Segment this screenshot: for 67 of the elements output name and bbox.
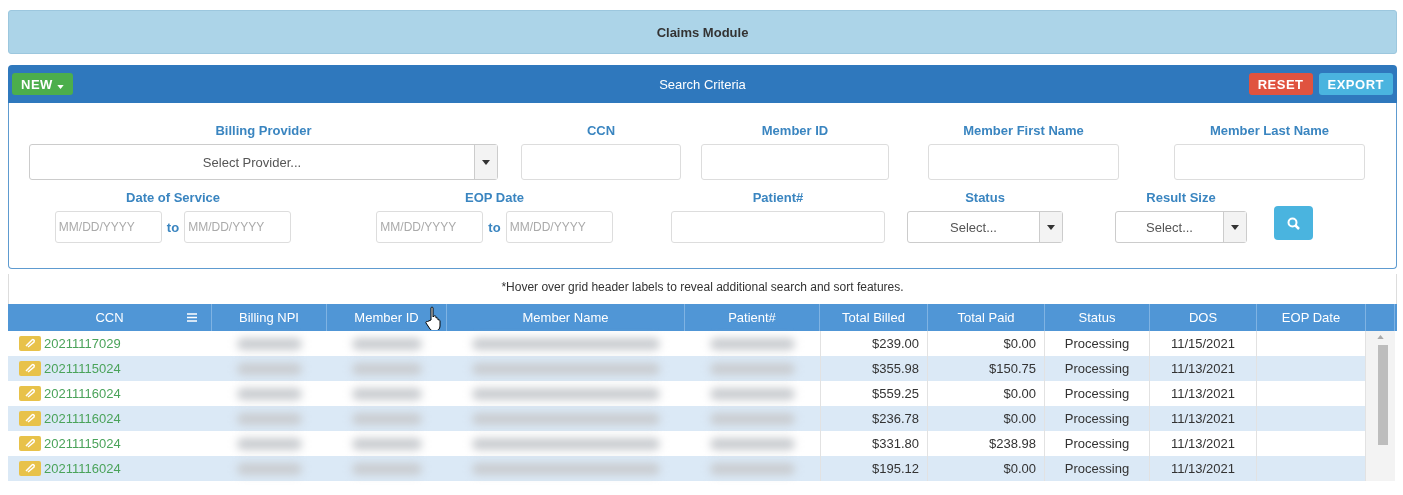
date-field[interactable]: MM/DD/YYYY (376, 211, 484, 243)
search-title: Search Criteria (659, 76, 746, 92)
redacted-text (352, 362, 422, 375)
redacted-text (237, 412, 302, 425)
input-field[interactable] (701, 144, 889, 180)
field-label: Date of Service (126, 190, 220, 205)
range-separator: to (166, 219, 180, 235)
ccn-link[interactable]: 20211117029 (44, 336, 121, 351)
ccn-link[interactable]: 20211116024 (44, 461, 121, 476)
module-title: Claims Module (8, 10, 1397, 54)
field-label: Member ID (761, 123, 829, 138)
attachment-icon[interactable] (19, 361, 41, 376)
redacted-text (352, 337, 422, 350)
select-field[interactable]: Select... (907, 211, 1063, 243)
ccn-link[interactable]: 20211115024 (44, 361, 121, 376)
ccn-link[interactable]: 20211116024 (44, 386, 121, 401)
input-field[interactable] (1174, 144, 1365, 180)
ccn-link[interactable]: 20211115024 (44, 436, 121, 451)
field-label: Member First Name (963, 123, 1084, 138)
field-label: Member Last Name (1209, 123, 1330, 138)
caret-icon (482, 159, 490, 165)
search-button[interactable] (1274, 206, 1313, 240)
reset-button[interactable]: RESET (1248, 73, 1313, 95)
redacted-text (237, 362, 302, 375)
attachment-icon[interactable] (19, 411, 41, 426)
select-field[interactable]: Select... (1115, 211, 1247, 243)
redacted-text (237, 437, 302, 450)
search-icon (1287, 216, 1300, 230)
redacted-text (352, 462, 422, 475)
range-separator: to (488, 219, 501, 235)
redacted-text (352, 437, 422, 450)
select-field[interactable]: Select Provider... (29, 144, 498, 180)
scrollbar[interactable] (1366, 331, 1395, 481)
date-field[interactable]: MM/DD/YYYY (54, 211, 162, 243)
caret-icon (56, 84, 64, 89)
field-label: CCN (586, 123, 616, 138)
menu-icon[interactable] (187, 313, 197, 322)
caret-icon (1231, 224, 1239, 230)
redacted-text (237, 387, 302, 400)
scroll-up-icon[interactable] (1377, 335, 1384, 339)
attachment-icon[interactable] (19, 436, 41, 451)
redacted-text (352, 387, 422, 400)
table-cell: Processing (1045, 456, 1150, 481)
ccn-link[interactable]: 20211116024 (44, 411, 121, 426)
date-field[interactable]: MM/DD/YYYY (505, 211, 613, 243)
date-field[interactable]: MM/DD/YYYY (184, 211, 292, 243)
field-label: Billing Provider (215, 123, 312, 138)
redacted-text (352, 412, 422, 425)
export-button[interactable]: EXPORT (1318, 73, 1393, 95)
new-button[interactable]: NEW (12, 73, 73, 95)
input-field[interactable] (521, 144, 681, 180)
attachment-icon[interactable] (19, 386, 41, 401)
redacted-text (237, 462, 302, 475)
field-label: Status (965, 190, 1005, 205)
field-label: EOP Date (465, 190, 524, 205)
caret-icon (1047, 224, 1055, 230)
attachment-icon[interactable] (19, 336, 41, 351)
scroll-thumb[interactable] (1378, 345, 1388, 445)
table-cell: $195.12 (820, 456, 928, 481)
field-label: Patient# (752, 190, 804, 205)
input-field[interactable] (928, 144, 1119, 180)
table-cell: 11/13/2021 (1150, 456, 1257, 481)
input-field[interactable] (671, 211, 885, 243)
attachment-icon[interactable] (19, 461, 41, 476)
redacted-text (237, 337, 302, 350)
table-cell: $0.00 (928, 456, 1045, 481)
field-label: Result Size (1146, 190, 1216, 205)
